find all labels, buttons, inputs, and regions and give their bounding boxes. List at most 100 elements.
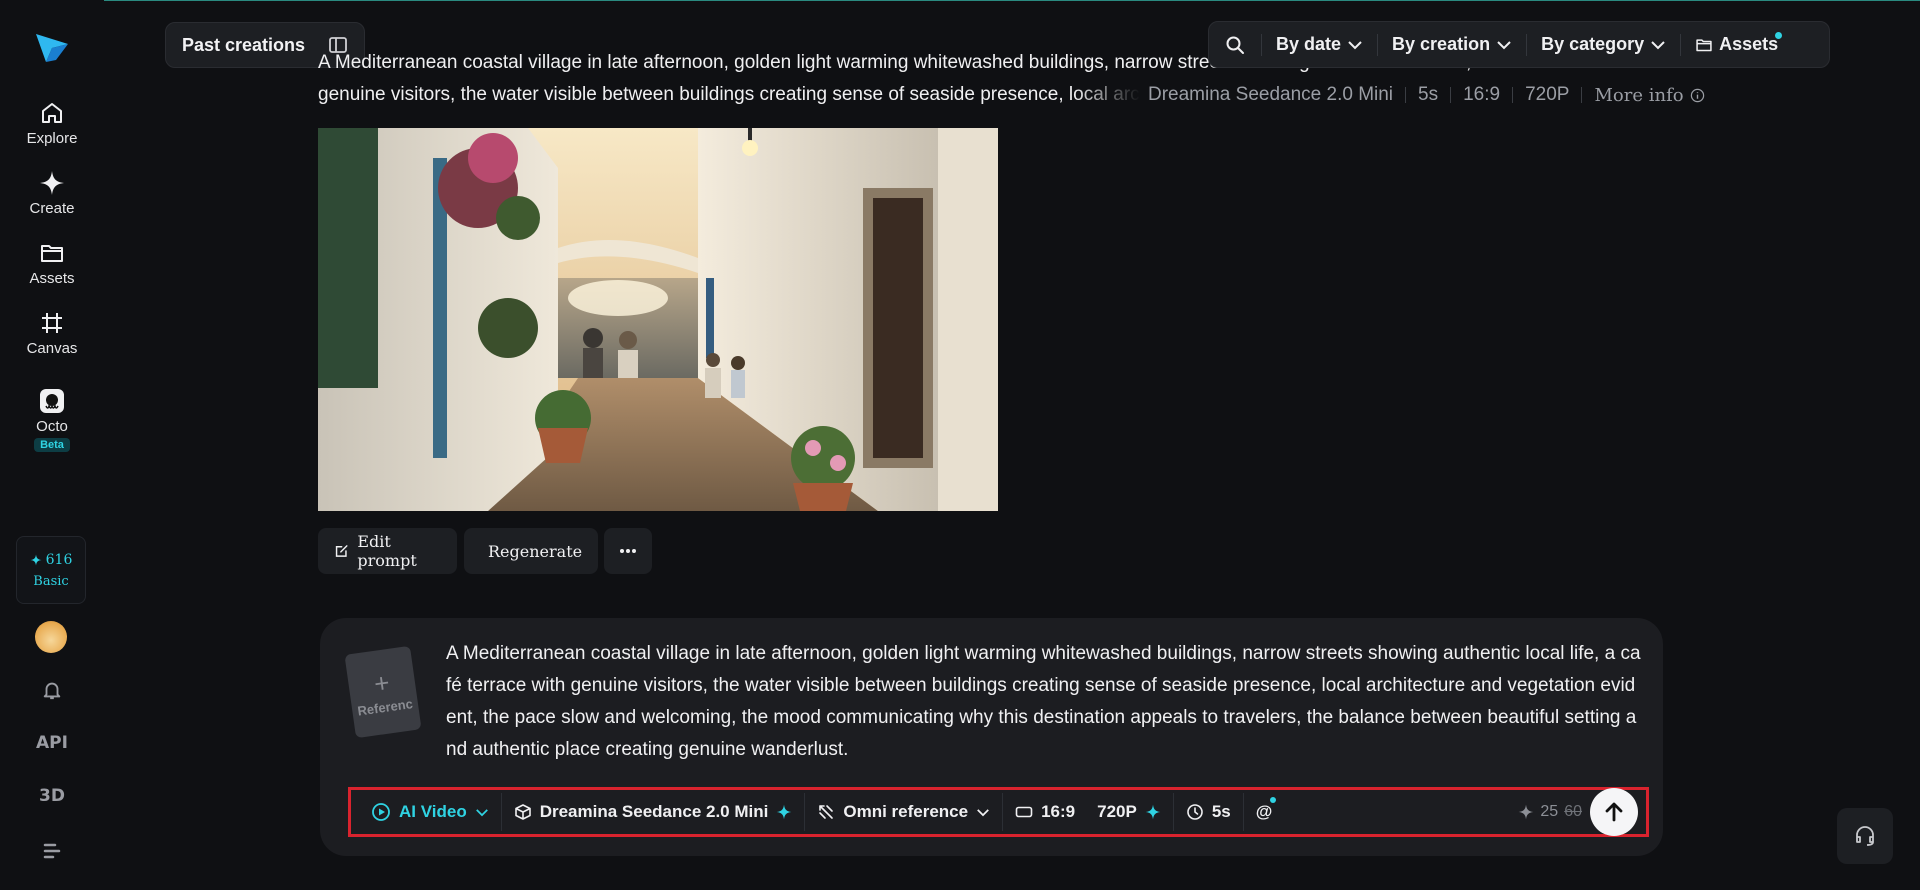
chevron-down-icon <box>1348 40 1362 49</box>
generated-video-thumbnail[interactable] <box>318 128 998 511</box>
search-icon <box>1226 36 1244 54</box>
sidebar: Explore Create Assets Canvas Octo Beta 6… <box>0 0 104 890</box>
add-reference-button[interactable]: + Referenc <box>344 645 422 739</box>
headset-icon <box>1856 826 1874 846</box>
support-button[interactable] <box>1837 808 1893 864</box>
creation-meta-row: genuine visitors, the water visible betw… <box>318 82 1708 108</box>
duration-selector[interactable]: 5s <box>1174 790 1243 834</box>
reference-mode-label: Omni reference <box>843 802 969 821</box>
divider <box>1512 87 1514 103</box>
generate-button[interactable] <box>1590 788 1638 836</box>
ratio-resolution-selector[interactable]: 16:9 720P <box>1003 790 1173 834</box>
nav-octo[interactable]: Octo Beta <box>0 388 104 452</box>
nav-assets-label: Assets <box>29 270 75 287</box>
more-info-label: More info <box>1594 84 1684 106</box>
credits-panel[interactable]: 616 Basic <box>16 536 86 604</box>
3d-link[interactable]: 3D <box>30 786 74 806</box>
model-selector[interactable]: Dreamina Seedance 2.0 Mini <box>502 790 805 834</box>
omni-reference-icon <box>819 805 834 819</box>
3d-label: 3D <box>39 786 65 806</box>
assets-filter[interactable]: Assets <box>1681 22 1792 67</box>
reference-label: Referenc <box>356 695 414 719</box>
arrow-up-icon <box>1605 802 1623 822</box>
filter-bar: By date By creation By category Assets <box>1208 21 1830 68</box>
divider <box>1581 87 1583 103</box>
cost-current: 25 <box>1540 803 1559 820</box>
ratio-value: 16:9 <box>1463 84 1501 105</box>
at-sign-icon: @ <box>1255 802 1273 821</box>
cost-original: 60 <box>1564 803 1582 820</box>
sparkle-icon <box>1145 804 1161 820</box>
credit-cost: 25 60 <box>1518 803 1582 821</box>
more-options-button[interactable] <box>604 528 652 574</box>
chevron-down-icon <box>1497 40 1511 49</box>
past-creations-label: Past creations <box>182 34 306 55</box>
clock-icon <box>1187 804 1203 820</box>
top-accent-line <box>0 0 1920 1</box>
filter-by-category-label: By category <box>1541 34 1645 54</box>
search-button[interactable] <box>1209 22 1261 67</box>
edit-icon <box>335 545 348 557</box>
aspect-ratio-icon <box>1015 806 1033 818</box>
credit-sparkle-icon <box>30 553 42 566</box>
api-label: API <box>36 733 68 753</box>
new-indicator-dot <box>1775 32 1783 39</box>
sparkle-icon <box>40 171 64 195</box>
filter-by-creation[interactable]: By creation <box>1378 22 1526 67</box>
nav-explore-label: Explore <box>26 130 78 147</box>
nav-create-label: Create <box>29 200 75 217</box>
chevron-down-icon <box>1651 40 1665 49</box>
cube-icon <box>514 804 531 820</box>
filter-by-date-label: By date <box>1276 34 1342 54</box>
octo-icon <box>40 389 64 413</box>
ellipsis-icon <box>620 549 636 553</box>
home-icon <box>42 103 62 123</box>
beta-badge: Beta <box>34 438 70 452</box>
user-avatar[interactable] <box>35 621 67 653</box>
credit-sparkle-icon <box>1519 804 1534 820</box>
folder-icon <box>1696 38 1712 51</box>
new-indicator-dot <box>1270 797 1277 803</box>
ai-video-icon <box>372 803 390 821</box>
model-label: Dreamina Seedance 2.0 Mini <box>539 802 769 821</box>
chevron-down-icon <box>475 808 488 816</box>
filter-by-category[interactable]: By category <box>1527 22 1680 67</box>
mode-selector[interactable]: AI Video <box>359 790 501 834</box>
generation-toolbar: AI Video Dreamina Seedance 2.0 Mini Omni… <box>348 787 1649 837</box>
chevron-down-icon <box>977 808 989 816</box>
prompt-input[interactable]: A Mediterranean coastal village in late … <box>446 638 1644 766</box>
nav-assets[interactable]: Assets <box>0 240 104 287</box>
api-link[interactable]: API <box>30 733 74 753</box>
menu-button[interactable] <box>30 842 74 865</box>
nav-canvas[interactable]: Canvas <box>0 310 104 357</box>
creation-prompt-line2: genuine visitors, the water visible betw… <box>318 84 1140 105</box>
mention-button[interactable]: @ <box>1244 790 1285 834</box>
credits-amount: 616 <box>45 551 73 568</box>
nav-canvas-label: Canvas <box>26 340 78 357</box>
filter-by-date[interactable]: By date <box>1262 22 1377 67</box>
bell-icon <box>43 682 61 700</box>
nav-octo-label: Octo <box>36 418 68 435</box>
edit-prompt-label: Edit prompt <box>357 532 417 570</box>
model-name: Dreamina Seedance 2.0 Mini <box>1148 84 1394 105</box>
folder-icon <box>41 245 63 262</box>
divider <box>1450 87 1452 103</box>
regenerate-label: Regenerate <box>488 541 583 561</box>
assets-filter-label: Assets <box>1719 34 1779 54</box>
plus-icon: + <box>372 666 392 699</box>
nav-create[interactable]: Create <box>0 170 104 217</box>
reference-selector[interactable]: Omni reference <box>805 790 1002 834</box>
more-info-link[interactable]: More info <box>1594 85 1704 106</box>
duration-value: 5s <box>1418 84 1439 105</box>
edit-prompt-button[interactable]: Edit prompt <box>318 528 457 574</box>
dreamina-logo[interactable] <box>34 30 70 64</box>
info-icon <box>1690 88 1704 102</box>
duration-label: 5s <box>1211 802 1231 821</box>
notification-bell[interactable] <box>30 679 74 706</box>
nav-explore[interactable]: Explore <box>0 100 104 147</box>
plan-label: Basic <box>33 573 69 589</box>
filter-by-creation-label: By creation <box>1392 34 1491 54</box>
ratio-label: 16:9 <box>1041 802 1076 821</box>
regenerate-button[interactable]: Regenerate <box>464 528 598 574</box>
resolution-value: 720P <box>1525 84 1570 105</box>
